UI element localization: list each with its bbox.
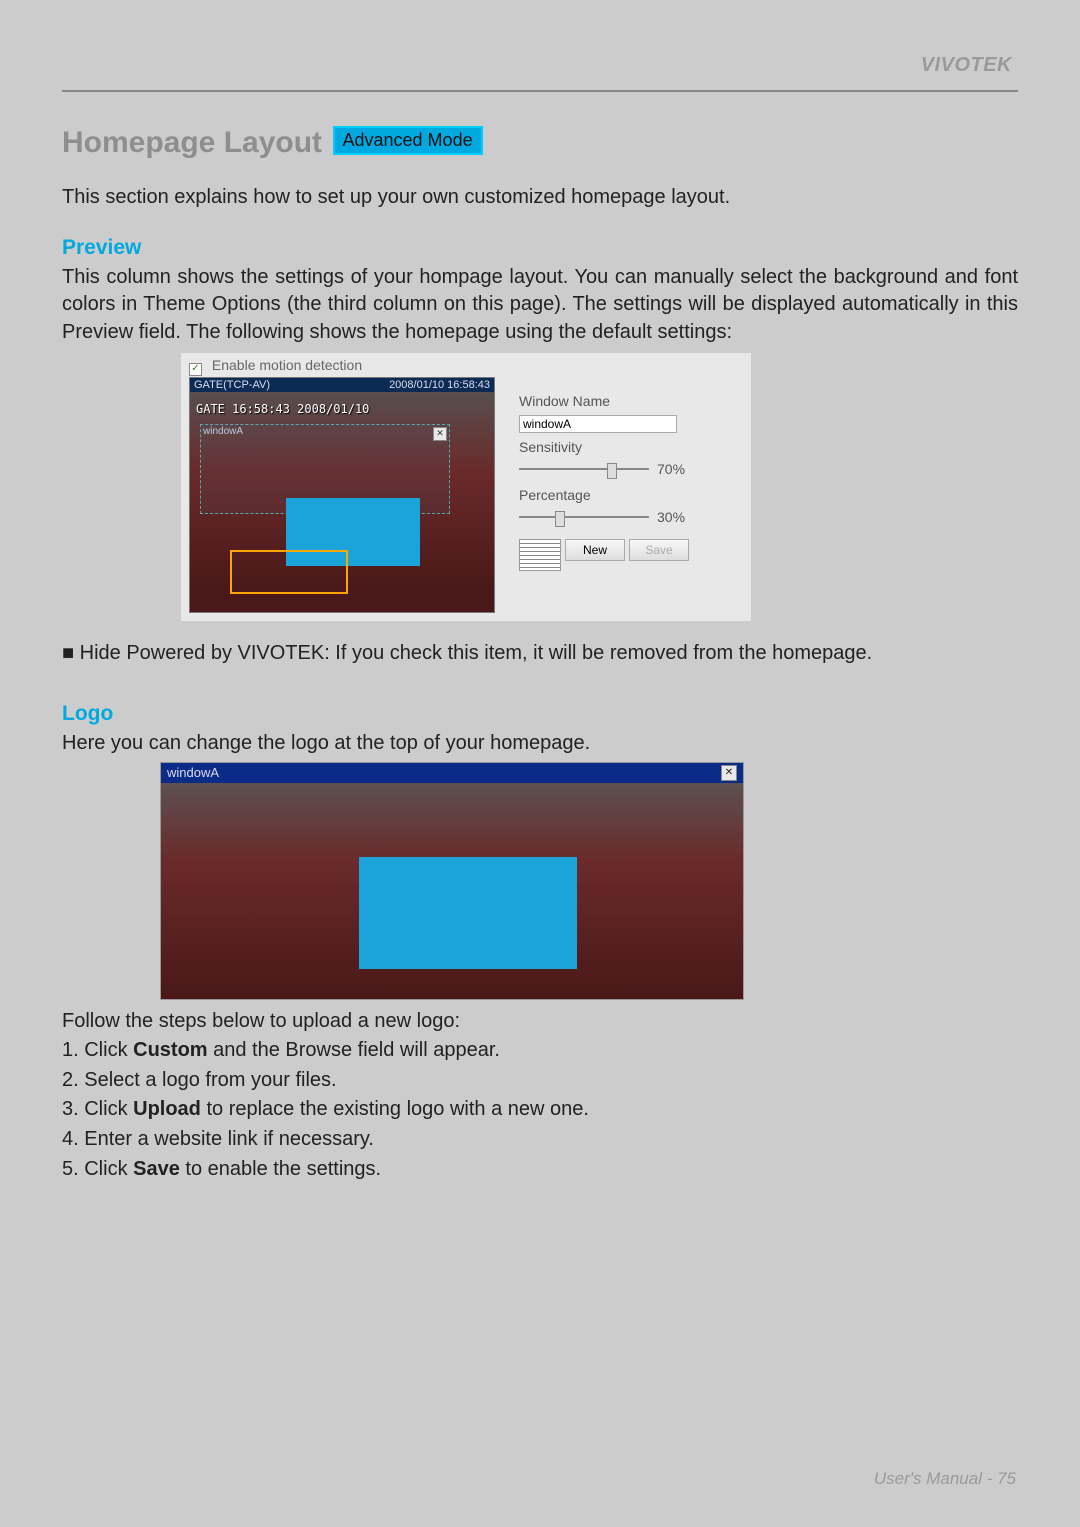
logo-heading: Logo bbox=[62, 702, 1018, 726]
titlebar-left: GATE(TCP-AV) bbox=[194, 379, 270, 391]
page-footer: User's Manual - 75 bbox=[874, 1469, 1016, 1489]
sensitivity-value: 70% bbox=[657, 461, 685, 477]
hide-powered-bullet: ■ Hide Powered by VIVOTEK: If you check … bbox=[62, 640, 1018, 668]
step-1-a: 1. Click bbox=[62, 1039, 133, 1061]
step-3: 3. Click Upload to replace the existing … bbox=[62, 1096, 1018, 1124]
enable-motion-label: Enable motion detection bbox=[212, 357, 362, 373]
list-icon bbox=[519, 539, 561, 571]
save-button[interactable]: Save bbox=[629, 539, 689, 561]
settings-panel: Window Name Sensitivity 70% Percentage 3… bbox=[519, 393, 739, 571]
step-3-bold: Upload bbox=[133, 1098, 201, 1120]
shot2-close-icon[interactable]: ✕ bbox=[721, 765, 737, 781]
enable-motion-checkbox[interactable]: ✓ bbox=[189, 363, 202, 376]
step-2: 2. Select a logo from your files. bbox=[62, 1067, 1018, 1095]
video-titlebar: GATE(TCP-AV) 2008/01/10 16:58:43 bbox=[190, 378, 494, 392]
step-3-a: 3. Click bbox=[62, 1098, 133, 1120]
shot2-blue-region bbox=[359, 857, 577, 969]
preview-body: This column shows the settings of your h… bbox=[62, 264, 1018, 347]
step-4: 4. Enter a website link if necessary. bbox=[62, 1126, 1018, 1154]
new-button[interactable]: New bbox=[565, 539, 625, 561]
page-title: Homepage Layout bbox=[62, 126, 322, 160]
step-1-bold: Custom bbox=[133, 1039, 207, 1061]
percentage-label: Percentage bbox=[519, 487, 739, 503]
step-3-c: to replace the existing logo with a new … bbox=[201, 1098, 589, 1120]
orange-region bbox=[230, 550, 348, 594]
brand-label: VIVOTEK bbox=[921, 54, 1012, 77]
sensitivity-label: Sensitivity bbox=[519, 439, 739, 455]
intro-text: This section explains how to set up your… bbox=[62, 184, 1018, 212]
enable-motion-row: ✓ Enable motion detection bbox=[189, 357, 362, 376]
selection-close-icon[interactable]: ✕ bbox=[433, 427, 447, 441]
step-1: 1. Click Custom and the Browse field wil… bbox=[62, 1037, 1018, 1065]
step-5-a: 5. Click bbox=[62, 1158, 133, 1180]
step-5: 5. Click Save to enable the settings. bbox=[62, 1156, 1018, 1184]
preview-heading: Preview bbox=[62, 236, 1018, 260]
shot2-titlebar: windowA ✕ bbox=[161, 763, 743, 783]
video-overlay-text: GATE 16:58:43 2008/01/10 bbox=[196, 402, 369, 416]
step-5-bold: Save bbox=[133, 1158, 180, 1180]
window-name-label: Window Name bbox=[519, 393, 739, 409]
window-name-input[interactable] bbox=[519, 415, 677, 433]
selection-label: windowA bbox=[203, 426, 243, 437]
percentage-slider[interactable]: 30% bbox=[519, 509, 739, 525]
step-1-c: and the Browse field will appear. bbox=[208, 1039, 500, 1061]
steps-intro: Follow the steps below to upload a new l… bbox=[62, 1008, 1018, 1036]
percentage-value: 30% bbox=[657, 509, 685, 525]
advanced-mode-badge: Advanced Mode bbox=[333, 126, 483, 155]
logo-screenshot: windowA ✕ bbox=[160, 762, 744, 1000]
video-frame: GATE(TCP-AV) 2008/01/10 16:58:43 GATE 16… bbox=[189, 377, 495, 613]
shot2-title: windowA bbox=[167, 765, 219, 781]
logo-body: Here you can change the logo at the top … bbox=[62, 730, 1018, 758]
step-5-c: to enable the settings. bbox=[180, 1158, 381, 1180]
header-rule bbox=[62, 90, 1018, 92]
titlebar-right: 2008/01/10 16:58:43 bbox=[389, 379, 490, 391]
preview-screenshot: ✓ Enable motion detection GATE(TCP-AV) 2… bbox=[180, 352, 752, 622]
sensitivity-slider[interactable]: 70% bbox=[519, 461, 739, 477]
